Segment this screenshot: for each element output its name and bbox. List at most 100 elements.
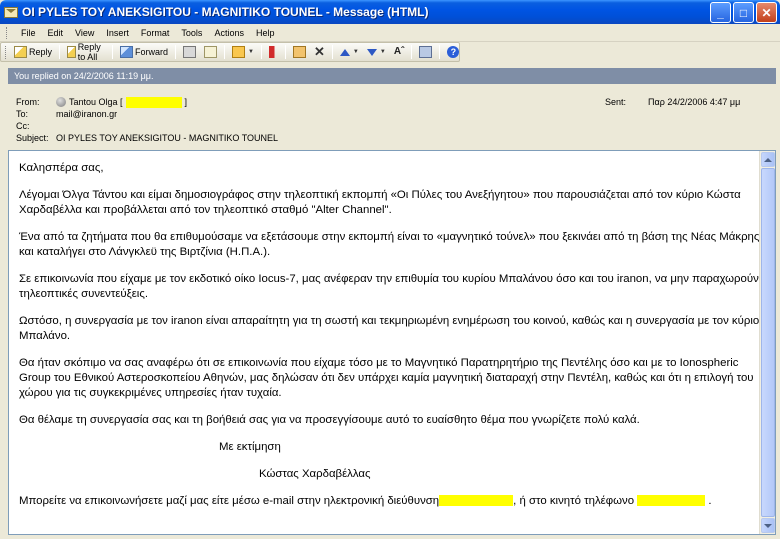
scroll-up-button[interactable] bbox=[761, 152, 775, 167]
message-body-text: Καλησπέρα σας, Λέγομαι Όλγα Τάντου και ε… bbox=[19, 161, 761, 521]
cc-row: Cc: bbox=[16, 120, 56, 132]
signature-name: Κώστας Χαρδαβέλλας bbox=[259, 468, 371, 480]
message-body-pane[interactable]: Καλησπέρα σας, Λέγομαι Όλγα Τάντου και ε… bbox=[8, 150, 776, 535]
menu-view[interactable]: View bbox=[69, 28, 100, 38]
copy-button[interactable] bbox=[200, 43, 221, 61]
toolbar-separator bbox=[331, 45, 333, 59]
scroll-down-button[interactable] bbox=[761, 518, 775, 533]
reply-button[interactable]: Reply bbox=[10, 43, 56, 61]
menu-grip-handle[interactable] bbox=[6, 26, 9, 39]
vertical-scrollbar[interactable] bbox=[759, 151, 775, 534]
encoding-icon bbox=[419, 46, 433, 58]
toolbar-separator bbox=[112, 45, 114, 59]
cc-label: Cc: bbox=[16, 121, 30, 131]
encoding-button[interactable] bbox=[415, 43, 436, 61]
move-to-folder-icon bbox=[232, 46, 246, 58]
maximize-button[interactable]: □ bbox=[733, 2, 754, 23]
previous-arrow-icon bbox=[339, 48, 350, 56]
sent-label: Sent: bbox=[605, 97, 627, 107]
menu-help[interactable]: Help bbox=[250, 28, 281, 38]
contact-text-start: Μπορείτε να επικοινωνήσετε μαζί μας είτε… bbox=[19, 495, 440, 507]
forward-button[interactable]: Forward bbox=[116, 43, 172, 61]
subject-row: Subject: OI PYLES TOY ANEKSIGITOU - MAGN… bbox=[16, 132, 278, 144]
menu-file[interactable]: File bbox=[15, 28, 42, 38]
contact-text-end: . bbox=[708, 495, 712, 507]
window-title-bar[interactable]: OI PYLES TOY ANEKSIGITOU - MAGNITIKO TOU… bbox=[0, 0, 780, 24]
message-headers: From: Tantou Olga [ ] Sent: Παρ 24/2/200… bbox=[8, 88, 776, 148]
follow-up-flag-button[interactable] bbox=[265, 43, 282, 61]
reply-all-label: Reply to All bbox=[77, 42, 101, 62]
menu-bar: File Edit View Insert Format Tools Actio… bbox=[0, 24, 780, 42]
toolbar-grip-handle[interactable] bbox=[5, 45, 6, 59]
from-label: From: bbox=[16, 97, 40, 107]
toolbar-separator bbox=[224, 45, 226, 59]
contact-status-icon bbox=[56, 97, 66, 107]
menu-insert[interactable]: Insert bbox=[100, 28, 135, 38]
menu-tools[interactable]: Tools bbox=[175, 28, 208, 38]
greeting: Καλησπέρα σας, bbox=[19, 162, 104, 174]
toolbar-separator bbox=[285, 45, 286, 59]
from-value[interactable]: Tantou Olga [ ] bbox=[56, 96, 187, 108]
toolbar-separator bbox=[59, 45, 61, 59]
from-name: Tantou Olga [ bbox=[69, 97, 123, 107]
reply-icon bbox=[14, 46, 27, 58]
delete-x-icon: ✕ bbox=[314, 44, 325, 59]
previous-item-button[interactable]: ▼ bbox=[336, 43, 363, 61]
address-book-button[interactable] bbox=[289, 43, 310, 61]
delete-button[interactable]: ✕ bbox=[310, 43, 329, 61]
scroll-down-arrow-icon bbox=[764, 523, 772, 528]
next-arrow-icon bbox=[366, 48, 377, 56]
copy-icon bbox=[204, 46, 218, 58]
body-paragraph-1: Λέγομαι Όλγα Τάντου και είμαι δημοσιογρά… bbox=[19, 189, 741, 216]
next-item-button[interactable]: ▼ bbox=[363, 43, 390, 61]
body-paragraph-5: Θα ήταν σκόπιμο να σας αναφέρω ότι σε επ… bbox=[19, 357, 754, 399]
window-controls: _ □ ✕ bbox=[710, 2, 777, 23]
scroll-thumb[interactable] bbox=[761, 168, 775, 517]
close-button[interactable]: ✕ bbox=[756, 2, 777, 23]
toolbar-separator bbox=[175, 45, 177, 59]
font-size-icon: Aˆ bbox=[393, 46, 405, 57]
reply-label: Reply bbox=[29, 47, 53, 57]
sent-row: Sent: Παρ 24/2/2006 4:47 μμ bbox=[605, 96, 740, 108]
forward-label: Forward bbox=[135, 47, 169, 57]
toolbar-separator bbox=[261, 45, 262, 59]
minimize-button[interactable]: _ bbox=[710, 2, 731, 23]
body-paragraph-4: Ωστόσο, η συνεργασία με τον iranon είναι… bbox=[19, 315, 760, 342]
menu-format[interactable]: Format bbox=[135, 28, 176, 38]
reply-info-bar: You replied on 24/2/2006 11:19 μμ. bbox=[8, 68, 776, 84]
toolbar-separator bbox=[411, 45, 413, 59]
subject-value: OI PYLES TOY ANEKSIGITOU - MAGNITIKO TOU… bbox=[56, 133, 279, 143]
dropdown-arrow-icon: ▼ bbox=[379, 49, 386, 55]
print-button[interactable] bbox=[179, 43, 200, 61]
window-title: OI PYLES TOY ANEKSIGITOU - MAGNITIKO TOU… bbox=[22, 5, 429, 19]
standard-toolbar: Reply Reply to All Forward ▼ ✕ ▼ ▼ Aˆ ? bbox=[0, 42, 460, 62]
font-size-button[interactable]: Aˆ bbox=[390, 43, 409, 61]
dropdown-arrow-icon: ▼ bbox=[352, 49, 359, 55]
reply-all-button[interactable]: Reply to All bbox=[63, 42, 109, 62]
message-envelope-icon bbox=[4, 6, 18, 18]
printer-icon bbox=[183, 46, 197, 58]
contact-text-mid: , ή στο κινητό τηλέφωνο bbox=[513, 495, 635, 507]
to-value[interactable]: mail@iranon.gr bbox=[56, 109, 117, 119]
closing-line: Με εκτίμηση bbox=[219, 441, 281, 453]
to-label: To: bbox=[16, 109, 29, 119]
help-question-icon: ? bbox=[447, 46, 460, 58]
subject-label: Subject: bbox=[16, 133, 49, 143]
contact-line: Μπορείτε να επικοινωνήσετε μαζί μας είτε… bbox=[19, 494, 761, 509]
body-paragraph-6: Θα θέλαμε τη συνεργασία σας και τη βοήθε… bbox=[19, 414, 640, 426]
body-paragraph-3: Σε επικοινωνία που είχαμε με τον εκδοτικ… bbox=[19, 273, 759, 300]
dropdown-arrow-icon: ▼ bbox=[248, 49, 254, 55]
menu-actions[interactable]: Actions bbox=[208, 28, 250, 38]
redacted-contact-email bbox=[439, 495, 514, 507]
address-book-icon bbox=[293, 46, 306, 58]
move-to-folder-button[interactable]: ▼ bbox=[228, 43, 258, 61]
menu-edit[interactable]: Edit bbox=[42, 28, 70, 38]
flag-icon bbox=[269, 46, 278, 58]
from-row: From: Tantou Olga [ ] bbox=[16, 96, 187, 108]
scroll-up-arrow-icon bbox=[764, 157, 772, 162]
sent-value: Παρ 24/2/2006 4:47 μμ bbox=[648, 97, 741, 107]
to-row: To: mail@iranon.gr bbox=[16, 108, 117, 120]
help-button[interactable]: ? bbox=[443, 43, 463, 61]
toolbar-separator bbox=[439, 45, 441, 59]
redacted-email bbox=[125, 96, 182, 108]
